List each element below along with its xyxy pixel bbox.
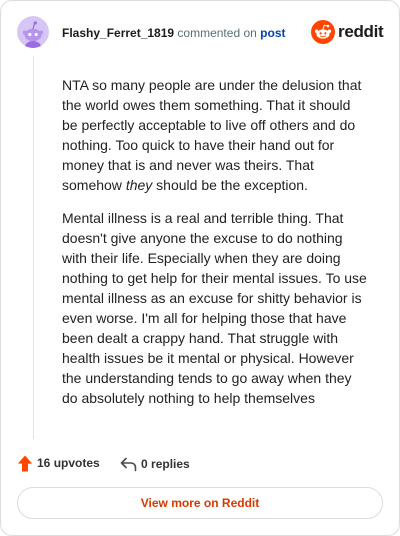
byline: Flashy_Ferret_1819 commented on post xyxy=(62,25,286,41)
comment-line: even worse. I'm all for helping those th… xyxy=(62,310,347,326)
username-link[interactable]: Flashy_Ferret_1819 xyxy=(62,26,174,40)
comment-line: the world owes them something. That it s… xyxy=(62,97,351,113)
comment-line: somehow they should be the exception. xyxy=(62,175,367,195)
comment-line: mental illness as an excuse for shitty b… xyxy=(62,290,362,306)
comment-body: NTA so many people are under the delusio… xyxy=(62,75,367,408)
reply-count: 0 xyxy=(141,457,148,471)
comment-line: health issues be it mental or physical. … xyxy=(62,350,354,366)
comment-line: Mental illness is a real and terrible th… xyxy=(62,210,344,226)
comment-embed-card: Flashy_Ferret_1819 commented on post red… xyxy=(0,0,400,536)
upvotes-label: 16 upvotes xyxy=(37,455,100,471)
comment-line: NTA so many people are under the delusio… xyxy=(62,77,362,93)
comment-line: money that is and never was theirs. That xyxy=(62,157,314,173)
comment-paragraph: NTA so many people are under the delusio… xyxy=(62,75,367,195)
post-link[interactable]: post xyxy=(260,26,285,40)
reddit-snoo-icon xyxy=(311,20,335,44)
snoo-avatar-icon xyxy=(17,16,49,48)
upvote-unit: upvotes xyxy=(53,456,100,470)
reddit-wordmark: reddit xyxy=(338,22,384,41)
comment-line: with their life. Especially when they ar… xyxy=(62,250,341,266)
comment-line: nothing. Too quick to have their hand ou… xyxy=(62,137,335,153)
reply-unit: replies xyxy=(151,457,190,471)
comment-paragraph: Mental illness is a real and terrible th… xyxy=(62,208,367,408)
line-text: should be the exception. xyxy=(152,177,308,193)
replies-stat[interactable]: 0 replies xyxy=(120,455,190,473)
upvote-count: 16 xyxy=(37,456,51,470)
comment-line: doesn't give anyone the excuse to do not… xyxy=(62,230,343,246)
avatar[interactable] xyxy=(17,16,49,48)
comment-line: be perfectly acceptable to live off othe… xyxy=(62,117,356,133)
view-more-button[interactable]: View more on Reddit xyxy=(17,487,383,519)
comment-line: do absolutely nothing to help themselves xyxy=(62,390,315,406)
action-text: commented on xyxy=(177,26,257,40)
replies-label: 0 replies xyxy=(141,456,190,472)
reddit-logo-link[interactable]: reddit xyxy=(311,20,384,44)
reply-arrow-icon xyxy=(120,457,137,472)
upvotes-stat[interactable]: 16 upvotes xyxy=(18,454,100,472)
comment-line: the understanding tends to go away when … xyxy=(62,370,352,386)
comment-line: been dealt a crappy hand. That struggle … xyxy=(62,330,339,346)
comment-line: nothing to get help for their mental iss… xyxy=(62,270,367,286)
line-text: somehow xyxy=(62,177,126,193)
thread-line xyxy=(33,56,34,439)
emphasized-text: they xyxy=(125,177,153,193)
upvote-arrow-icon xyxy=(18,455,32,472)
